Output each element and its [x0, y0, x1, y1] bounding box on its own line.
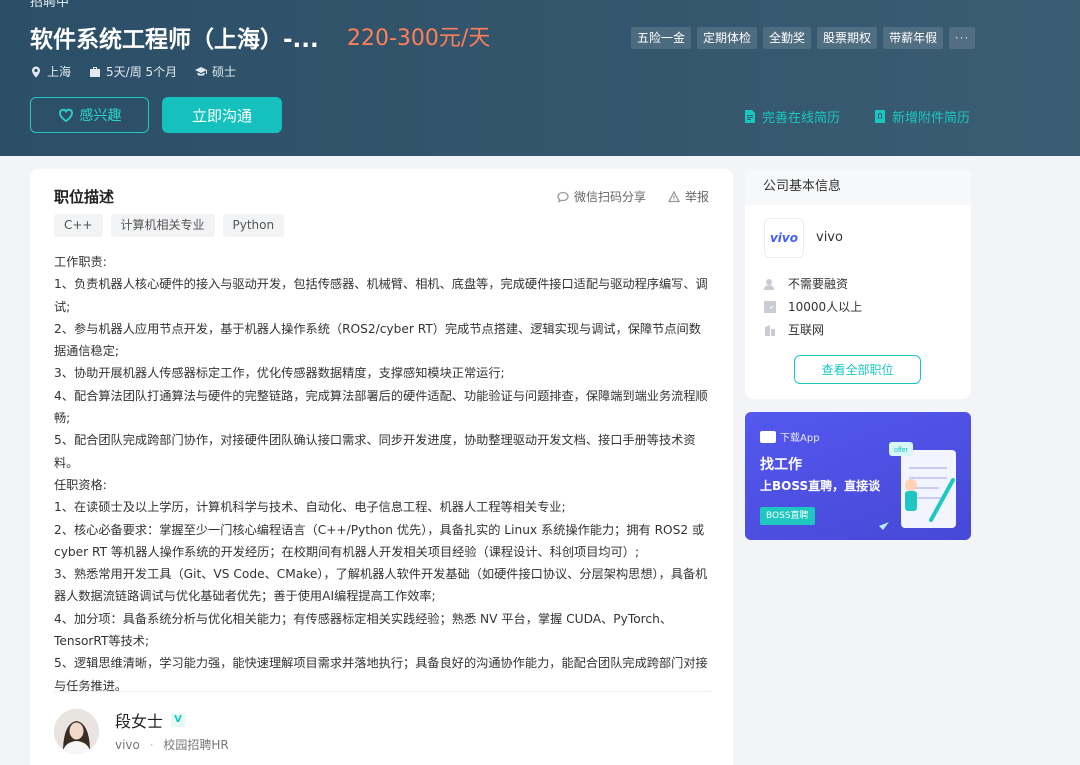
company-industry: 互联网: [764, 318, 862, 341]
online-resume-link[interactable]: 完善在线简历: [744, 107, 840, 126]
recruiter-name: 段女士: [115, 712, 164, 731]
company-funding: 不需要融资: [764, 272, 862, 295]
company-details: 不需要融资 10000人以上 互联网: [764, 272, 862, 341]
card-actions: 微信扫码分享 举报: [557, 188, 709, 205]
company-info-card: 公司基本信息 vivo vivo 不需要融资 10000人以上 互联网 查看全部…: [745, 169, 971, 399]
job-salary: 220-300元/天: [347, 26, 491, 51]
graduation-cap-icon: [195, 66, 208, 76]
briefcase-icon: [90, 66, 101, 77]
company-size: 10000人以上: [764, 295, 862, 318]
warning-icon: [667, 190, 680, 202]
online-resume-label: 完善在线简历: [761, 111, 840, 126]
app-download-banner[interactable]: 下载App 找工作 上BOSS直聘，直接谈 BOSS直聘 offer: [745, 412, 971, 540]
meta-city-label: 上海: [47, 65, 72, 79]
job-status: 招聘中: [30, 0, 70, 10]
recruiter-subtitle: vivo · 校园招聘HR: [115, 736, 229, 753]
meta-schedule-label: 5天/周 5个月: [106, 65, 178, 79]
heart-icon: [58, 108, 73, 123]
company-name[interactable]: vivo: [816, 230, 843, 245]
desc-line: 任职资格:: [54, 477, 107, 492]
skill-tags: C++ 计算机相关专业 Python: [54, 214, 285, 237]
banner-title: 找工作: [760, 457, 802, 473]
benefits-more-button[interactable]: ···: [949, 27, 976, 49]
company-size-label: 10000人以上: [788, 300, 863, 314]
report-button[interactable]: 举报: [667, 188, 709, 205]
desc-line: 2、核心必备要求：掌握至少一门核心编程语言（C++/Python 优先），具备扎…: [54, 522, 705, 559]
skill-tag: C++: [54, 214, 103, 237]
company-logo[interactable]: vivo: [764, 218, 804, 258]
benefit-tag: 五险一金: [631, 27, 692, 49]
skill-tag: 计算机相关专业: [110, 214, 215, 237]
offer-illustration-icon: offer: [879, 442, 956, 530]
job-title: 软件系统工程师（上海）-...: [30, 27, 319, 53]
interest-button-label: 感兴趣: [79, 108, 122, 124]
boss-badge: BOSS直聘: [760, 507, 815, 525]
location-pin-icon: [32, 66, 40, 77]
recruiter-role: 校园招聘HR: [163, 738, 229, 752]
offer-text: offer: [894, 447, 909, 454]
recruiter-company: vivo: [115, 738, 140, 752]
section-title: 职位描述: [54, 188, 115, 206]
benefit-tag: 带薪年假: [883, 27, 944, 49]
person-portrait-icon: [54, 709, 99, 754]
chart-icon: [764, 300, 776, 313]
benefit-tag: 股票期权: [817, 27, 878, 49]
job-meta: 上海 5天/周 5个月 硕士: [30, 63, 236, 80]
wechat-share-button[interactable]: 微信扫码分享: [557, 188, 646, 205]
recruiter-info[interactable]: 段女士 V vivo · 校园招聘HR: [54, 707, 354, 757]
desc-line: 4、加分项：具备系统分析与优化相关能力；有传感器标定相关实践经验；熟悉 NV 平…: [54, 611, 673, 649]
recruiter-avatar: [54, 709, 99, 754]
resume-links: 完善在线简历 新增附件简历: [744, 107, 970, 126]
company-industry-label: 互联网: [788, 323, 825, 337]
document-icon: [744, 110, 755, 123]
meta-degree: 硕士: [195, 63, 236, 80]
desc-line: 5、配合团队完成跨部门协作，对接硬件团队确认接口需求、同步开发进度，协助整理驱动…: [54, 433, 696, 470]
benefit-tags: 五险一金 定期体检 全勤奖 股票期权 带薪年假 ···: [631, 27, 976, 49]
desc-line: 3、协助开展机器人传感器标定工作，优化传感器数据精度，支撑感知模块正常运行;: [54, 366, 505, 381]
interest-button[interactable]: 感兴趣: [30, 97, 149, 133]
company-funding-label: 不需要融资: [788, 277, 849, 291]
funding-icon: [764, 278, 774, 290]
desc-line: 1、负责机器人核心硬件的接入与驱动开发，包括传感器、机械臂、相机、底盘等，完成硬…: [54, 277, 708, 314]
divider: [54, 691, 711, 692]
skill-tag: Python: [222, 214, 285, 237]
desc-line: 工作职责:: [54, 255, 107, 269]
desc-line: 3、熟悉常用开发工具（Git、VS Code、CMake），了解机器人软件开发基…: [54, 567, 708, 604]
building-icon: [765, 324, 775, 336]
job-header: 招聘中 软件系统工程师（上海）-... 220-300元/天 上海 5天/周 5…: [0, 0, 1080, 156]
report-label: 举报: [684, 190, 709, 204]
desc-line: 4、配合算法团队打通算法与硬件的完整链路，完成算法部署后的硬件适配、功能验证与问…: [54, 388, 708, 426]
attachment-icon: [874, 110, 885, 123]
chat-icon: [760, 430, 776, 443]
download-app-text: 下载App: [780, 433, 820, 444]
job-description-card: 职位描述 微信扫码分享 举报 C++ 计算机相关专业 Python 工作职责: …: [30, 169, 733, 765]
recruiter-name-row: 段女士 V: [115, 708, 186, 732]
desc-line: 1、在读硕士及以上学历，计算机科学与技术、自动化、电子信息工程、机器人工程等相关…: [54, 500, 566, 515]
benefit-tag: 定期体检: [697, 27, 758, 49]
attachment-resume-label: 新增附件简历: [891, 111, 970, 126]
desc-line: 2、参与机器人应用节点开发，基于机器人操作系统（ROS2/cyber RT）完成…: [54, 321, 701, 359]
recruiter-separator: ·: [149, 738, 154, 752]
meta-schedule: 5天/周 5个月: [89, 63, 177, 80]
verified-badge-icon: V: [171, 713, 186, 727]
chat-bubble-icon: [557, 191, 569, 203]
attachment-resume-link[interactable]: 新增附件简历: [874, 107, 970, 126]
view-all-jobs-button[interactable]: 查看全部职位: [794, 355, 921, 384]
company-section-title: 公司基本信息: [745, 169, 971, 205]
download-app-label: 下载App: [760, 429, 820, 444]
job-description-text: 工作职责: 1、负责机器人核心硬件的接入与驱动开发，包括传感器、机械臂、相机、底…: [54, 251, 711, 697]
meta-degree-label: 硕士: [212, 65, 237, 79]
meta-city: 上海: [30, 63, 71, 80]
wechat-share-label: 微信扫码分享: [573, 190, 646, 204]
benefit-tag: 全勤奖: [763, 27, 812, 49]
chat-now-button[interactable]: 立即沟通: [162, 97, 282, 133]
